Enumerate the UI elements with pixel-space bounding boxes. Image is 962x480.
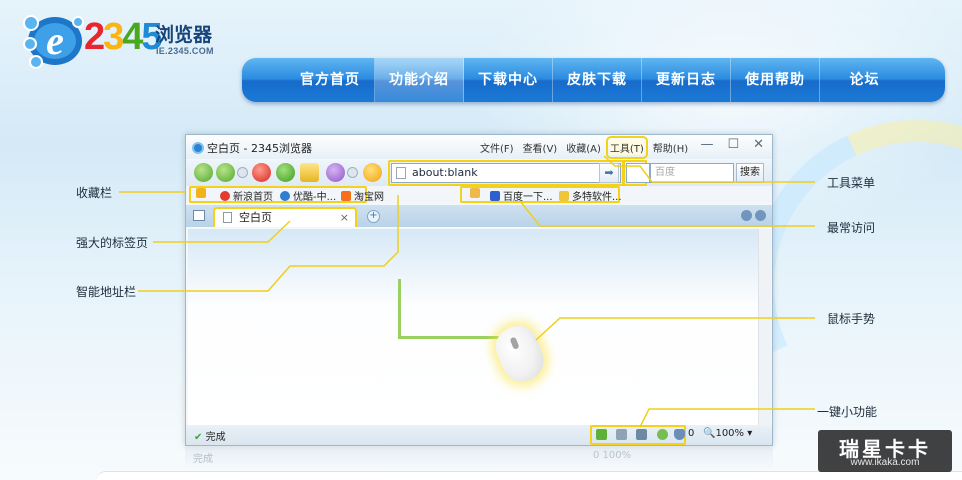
callout-tools-menu: 工具菜单	[827, 176, 876, 190]
callout-tabs: 强大的标签页	[76, 236, 149, 250]
watermark: 瑞星卡卡 www.ikaka.com	[818, 430, 952, 472]
watermark-url: www.ikaka.com	[850, 457, 920, 468]
content-card-edge	[96, 471, 962, 480]
callout-favorites: 收藏栏	[76, 186, 113, 200]
callout-one-key: 一键小功能	[817, 405, 878, 419]
window-reflection: 完成 0 100%	[185, 447, 773, 471]
callout-address-bar: 智能地址栏	[76, 285, 137, 299]
callout-frequent: 最常访问	[827, 221, 876, 235]
callout-mouse-gesture: 鼠标手势	[827, 312, 876, 326]
